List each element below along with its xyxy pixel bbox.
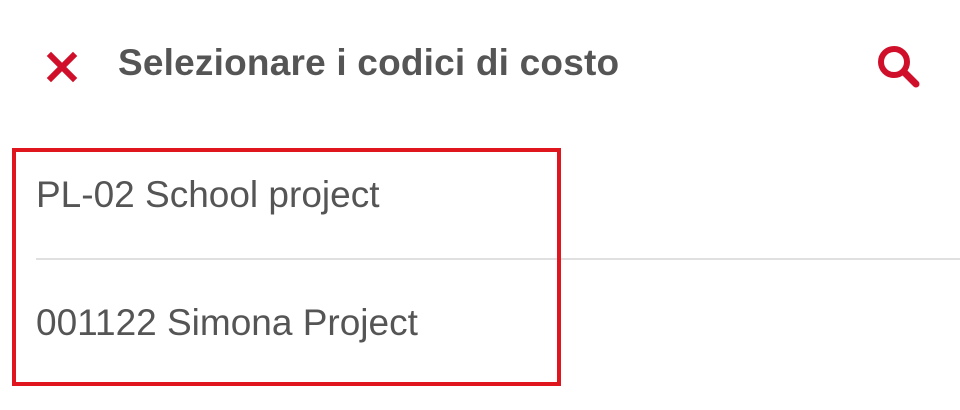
- list-item-label: 001122 Simona Project: [36, 302, 418, 343]
- search-button[interactable]: [872, 40, 924, 92]
- cost-code-list: PL-02 School project 001122 Simona Proje…: [0, 132, 960, 388]
- header-bar: Selezionare i codici di costo: [0, 0, 960, 132]
- list-item[interactable]: PL-02 School project: [0, 132, 960, 260]
- page-title: Selezionare i codici di costo: [118, 42, 620, 83]
- close-icon: [46, 51, 78, 83]
- close-button[interactable]: [40, 45, 84, 89]
- cost-code-picker-screen: Selezionare i codici di costo PL-02 Scho…: [0, 0, 960, 410]
- search-icon: [878, 46, 920, 88]
- list-item-label: PL-02 School project: [36, 174, 380, 215]
- list-item[interactable]: 001122 Simona Project: [0, 260, 960, 388]
